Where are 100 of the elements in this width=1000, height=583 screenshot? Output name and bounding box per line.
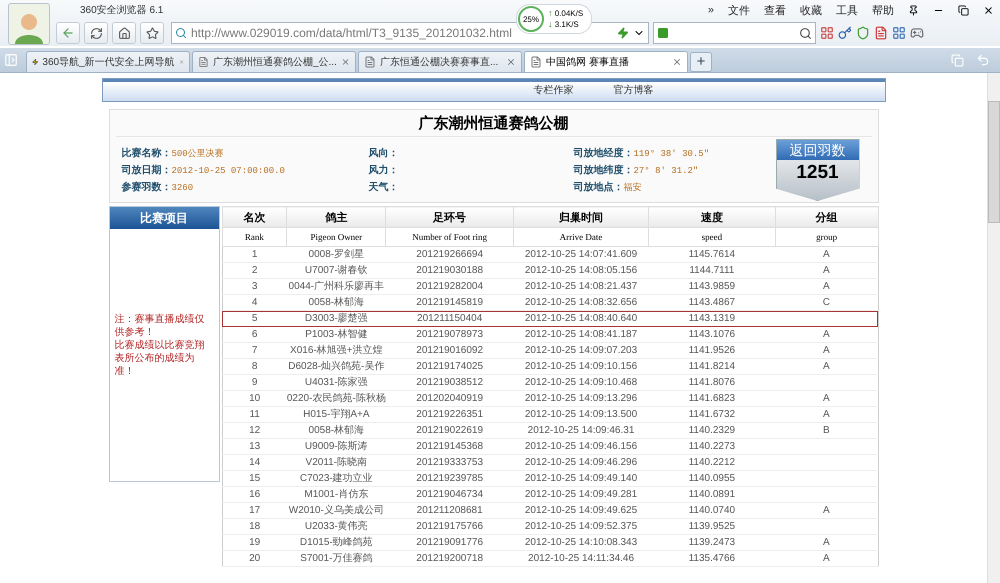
table-cell: 1141.6732	[648, 406, 776, 422]
table-cell: D6028-灿兴鸽苑-吴作	[286, 358, 386, 374]
table-cell: W2010-义乌美成公司	[286, 502, 386, 518]
menu-item[interactable]: 帮助	[872, 2, 894, 18]
close-icon[interactable]	[983, 4, 994, 16]
table-row[interactable]: 1 0008-罗剑星 201219266694 2012-10-25 14:07:41.609 1145.7614 A	[222, 246, 878, 262]
table-cell: 1141.6823	[648, 390, 776, 406]
column-subheader: Arrive Date	[514, 228, 648, 246]
table-cell: 16	[222, 486, 287, 502]
table-cell: 5	[222, 310, 287, 326]
table-row[interactable]: 4 0058-林郁海 201219145819 2012-10-25 14:08:32.656 1143.4867 C	[222, 294, 878, 310]
nav-link[interactable]: 官方博客	[614, 83, 654, 97]
field-value: 福安	[624, 182, 642, 195]
table-row[interactable]: 17 W2010-义乌美成公司 201211208681 2012-10-25 14:09:49.625 1140.0740 A	[222, 502, 878, 518]
table-row[interactable]: 5 D3003-廖楚强 201211150404 2012-10-25 14:08:40.640 1143.1319	[222, 310, 878, 326]
pin-icon[interactable]	[908, 4, 919, 16]
table-row[interactable]: 9 U4031-陈家强 201219038512 2012-10-25 14:09:10.468 1141.8076	[222, 374, 878, 390]
table-cell: 0044-广州科乐廖再丰	[286, 278, 386, 294]
table-cell: 2012-10-25 14:08:40.640	[514, 310, 648, 326]
key-icon[interactable]	[838, 26, 852, 40]
table-row[interactable]: 10 0220-农民鸽苑-陈秋杨 201202040919 2012-10-25 14:09:13.296 1141.6823 A	[222, 390, 878, 406]
table-cell: 8	[222, 358, 287, 374]
table-cell: 2012-10-25 14:08:41.187	[514, 326, 648, 342]
table-cell: 9	[222, 374, 287, 390]
table-cell: P1003-林智健	[286, 326, 386, 342]
table-row[interactable]: 19 D1015-勁峰鸽苑 201219091776 2012-10-25 14:10:08.343 1139.2473 A	[222, 534, 878, 550]
table-row[interactable]: 16 M1001-肖仿东 201219046734 2012-10-25 14:09:49.281 1140.0891	[222, 486, 878, 502]
badge-label: 返回羽数	[776, 140, 858, 160]
document-icon[interactable]	[874, 26, 888, 40]
table-cell: 2012-10-25 14:08:05.156	[514, 262, 648, 278]
table-cell: 201219078973	[386, 326, 514, 342]
table-cell: 2012-10-25 14:10:08.343	[514, 534, 648, 550]
browser-tab[interactable]: 360导航_新一代安全上网导航	[26, 51, 190, 72]
table-row[interactable]: 12 0058-林郁海 201219022619 2012-10-25 14:09:46.31 1140.2329 B	[222, 422, 878, 438]
table-row[interactable]: 7 X016-林旭强+洪立煌 201219016092 2012-10-25 14:09:07.203 1141.9526 A	[222, 342, 878, 358]
table-cell: 0058-林郁海	[286, 422, 386, 438]
browser-tab[interactable]: 广东潮州恒通赛鸽公棚_公...	[192, 51, 356, 72]
shield-icon[interactable]	[856, 26, 870, 40]
window-icon[interactable]	[892, 26, 906, 40]
menu-item[interactable]: 收藏	[800, 2, 822, 18]
close-icon	[672, 57, 682, 67]
table-cell: A	[775, 246, 878, 262]
table-row[interactable]: 13 U9009-陈斯涛 201219145368 2012-10-25 14:09:46.156 1140.2273	[222, 438, 878, 454]
field-value: 2012-10-25 07:00:00.0	[172, 165, 285, 178]
table-row[interactable]: 2 U7007-谢春钦 201219030188 2012-10-25 14:08:05.156 1144.7111 A	[222, 262, 878, 278]
field-label: 司放地经度：	[574, 147, 634, 161]
star-icon	[146, 26, 158, 40]
table-row[interactable]: 11 H015-宇翔A+A 201219226351 2012-10-25 14:09:13.500 1141.6732 A	[222, 406, 878, 422]
table-cell: U9009-陈斯涛	[286, 438, 386, 454]
table-cell: C	[775, 294, 878, 310]
menu-item[interactable]: 查看	[764, 2, 786, 18]
table-cell: D3003-廖楚强	[286, 310, 386, 326]
table-cell: H015-宇翔A+A	[286, 406, 386, 422]
close-icon	[340, 57, 350, 67]
table-cell: 1143.9859	[648, 278, 776, 294]
table-cell: 2012-10-25 14:07:41.609	[514, 246, 648, 262]
table-cell: 2012-10-25 14:11:34.46	[514, 550, 648, 566]
table-row[interactable]: 15 C7023-建功立业 201219239785 2012-10-25 14:09:49.140 1140.0955	[222, 470, 878, 486]
favorite-button[interactable]	[140, 22, 164, 44]
table-row[interactable]: 8 D6028-灿兴鸽苑-吴作 201219174025 2012-10-25 14:09:10.156 1141.8214 A	[222, 358, 878, 374]
field-label: 司放地纬度：	[574, 164, 634, 178]
scrollbar[interactable]	[987, 73, 1000, 583]
browser-tab[interactable]: 中国鸽网 赛事直播	[524, 51, 688, 72]
new-tab-button[interactable]: +	[690, 52, 712, 72]
apps-icon[interactable]	[820, 26, 834, 40]
menu-item[interactable]: 工具	[836, 2, 858, 18]
table-cell: 2012-10-25 14:09:07.203	[514, 342, 648, 358]
window-title: 360安全浏览器 6.1	[80, 4, 164, 17]
note-text: 注：赛事直播成绩仅供参考！	[114, 312, 206, 338]
table-cell: V2011-陈晓南	[286, 454, 386, 470]
table-cell: 0220-农民鸽苑-陈秋杨	[286, 390, 386, 406]
table-cell: 1140.2212	[648, 454, 776, 470]
table-cell: 1139.2473	[648, 534, 776, 550]
search-field[interactable]	[653, 22, 816, 44]
gamepad-icon[interactable]	[910, 26, 924, 40]
restore-icon[interactable]	[958, 4, 969, 16]
user-avatar[interactable]	[8, 3, 50, 45]
menu-item[interactable]: 文件	[728, 2, 750, 18]
table-cell: 2012-10-25 14:09:49.281	[514, 486, 648, 502]
table-cell: 201219091776	[386, 534, 514, 550]
table-row[interactable]: 6 P1003-林智健 201219078973 2012-10-25 14:08:41.187 1143.1076 A	[222, 326, 878, 342]
menu-item[interactable]: »	[708, 4, 714, 16]
table-cell: 201219145819	[386, 294, 514, 310]
field-label: 司放地点：	[574, 181, 624, 195]
column-subheader: speed	[648, 228, 776, 246]
table-row[interactable]: 18 U2033-黄伟亮 201219175766 2012-10-25 14:09:52.375 1139.9525	[222, 518, 878, 534]
table-cell: 6	[222, 326, 287, 342]
table-cell: A	[775, 390, 878, 406]
home-button[interactable]	[112, 22, 136, 44]
table-cell: A	[775, 342, 878, 358]
column-header: 足环号	[386, 206, 514, 228]
table-cell: 201219038512	[386, 374, 514, 390]
browser-tab[interactable]: 广东恒通公棚决赛赛事直...	[358, 51, 522, 72]
refresh-button[interactable]	[84, 22, 108, 44]
nav-link[interactable]: 专栏作家	[534, 83, 574, 97]
table-row[interactable]: 20 S7001-万佳赛鸽 201219200718 2012-10-25 14:11:34.46 1135.4766 A	[222, 550, 878, 566]
table-cell: 10	[222, 390, 287, 406]
table-row[interactable]: 14 V2011-陈晓南 201219333753 2012-10-25 14:09:46.296 1140.2212	[222, 454, 878, 470]
table-row[interactable]: 3 0044-广州科乐廖再丰 201219282004 2012-10-25 14:08:21.437 1143.9859 A	[222, 278, 878, 294]
back-button[interactable]	[56, 22, 80, 44]
